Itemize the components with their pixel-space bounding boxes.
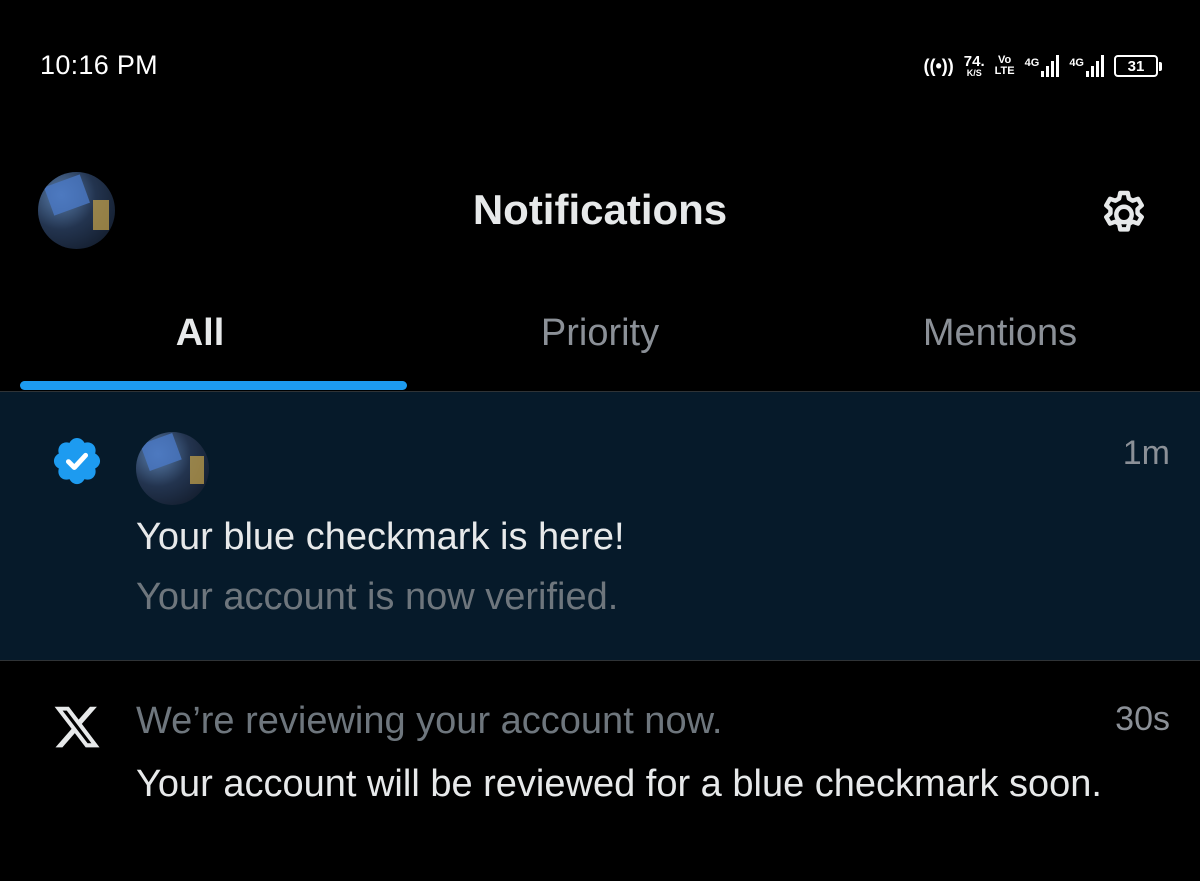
verified-badge-icon	[53, 437, 101, 485]
status-time: 10:16 PM	[40, 50, 158, 80]
volte-icon: Vo LTE	[995, 55, 1015, 77]
notifications-screen: 10:16 PM ((•)) 74. K/S Vo LTE 4G 4G 31 N…	[0, 0, 1200, 881]
hotspot-icon: ((•))	[923, 55, 954, 76]
network-speed: 74. K/S	[964, 54, 985, 78]
notification-subtitle: Your account is now verified.	[136, 576, 619, 618]
network-type-sim1: 4G	[1024, 57, 1040, 69]
notification-body[interactable]: Your account will be reviewed for a blue…	[136, 756, 1116, 813]
signal-sim2-icon: 4G	[1069, 55, 1104, 77]
battery-icon: 31	[1114, 55, 1162, 77]
notification-tabs: All Priority Mentions	[0, 290, 1200, 392]
notification-title: We’re reviewing your account now.	[136, 700, 723, 742]
signal-sim1-icon: 4G	[1025, 55, 1060, 77]
active-tab-indicator	[20, 381, 407, 390]
tab-priority[interactable]: Priority	[400, 290, 800, 392]
page-title: Notifications	[472, 186, 728, 233]
network-speed-unit: K/S	[966, 68, 982, 78]
notification-time: 30s	[1115, 700, 1170, 738]
notification-time: 1m	[1122, 434, 1170, 472]
status-icons: ((•)) 74. K/S Vo LTE 4G 4G 31	[924, 48, 1162, 84]
volte-bottom: LTE	[994, 65, 1015, 77]
x-logo-icon	[54, 706, 100, 748]
status-bar: 10:16 PM ((•)) 74. K/S Vo LTE 4G 4G 31	[0, 0, 1200, 120]
tab-mentions[interactable]: Mentions	[800, 290, 1200, 392]
network-speed-value: 74.	[963, 53, 985, 70]
notification-divider	[0, 660, 1200, 661]
network-type-sim2: 4G	[1069, 57, 1084, 69]
tab-all[interactable]: All	[0, 290, 400, 392]
avatar[interactable]	[136, 432, 209, 505]
battery-level: 31	[1114, 55, 1158, 77]
gear-icon[interactable]	[1096, 186, 1152, 242]
notification-title: Your blue checkmark is here!	[136, 516, 625, 558]
